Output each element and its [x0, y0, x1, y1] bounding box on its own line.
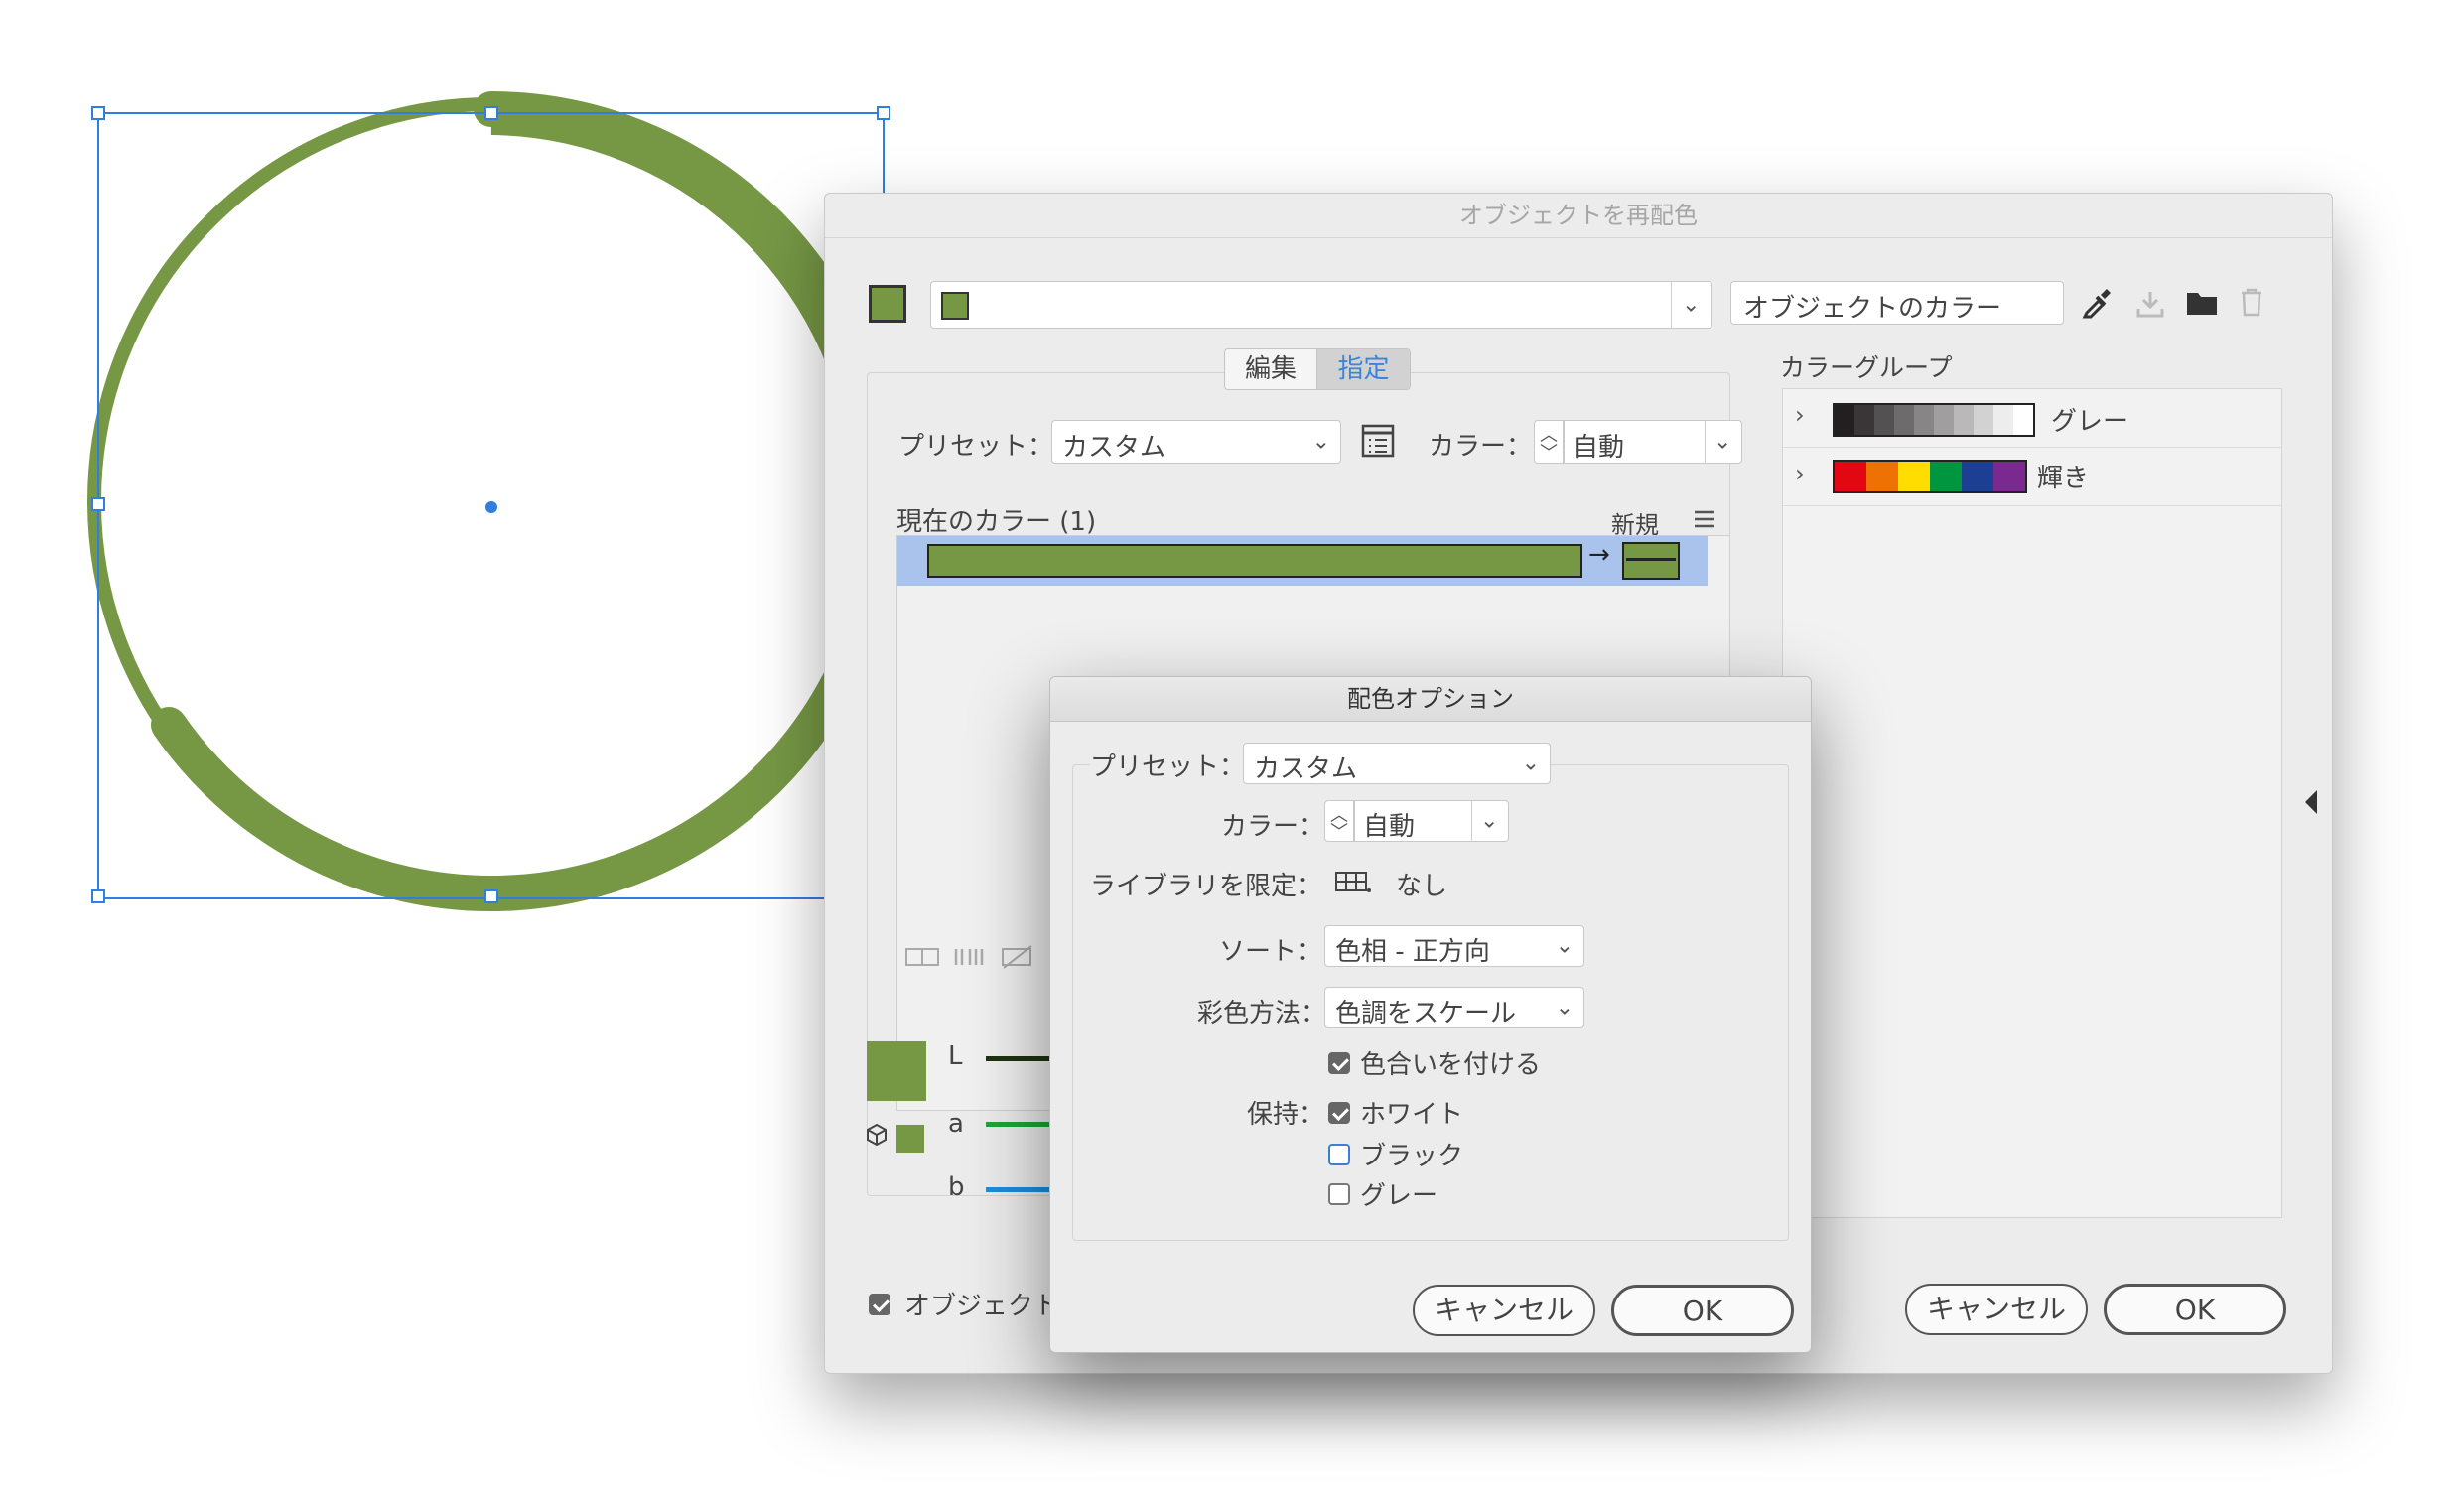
color-swatch[interactable] [1898, 462, 1930, 491]
main-cancel-button[interactable]: キャンセル [1905, 1284, 2088, 1335]
color-group-row-brights[interactable]: › 輝き [1783, 448, 2281, 506]
chevron-right-icon[interactable]: › [1795, 401, 1805, 429]
stepper-down-icon[interactable]: ﹀ [1540, 439, 1558, 465]
sort-label: ソート： [1219, 937, 1323, 967]
preserve-black-label: ブラック [1360, 1142, 1464, 1171]
preserve-white-checkbox[interactable] [1328, 1102, 1350, 1124]
merge-colors-icon[interactable] [904, 946, 940, 972]
exclude-colors-icon[interactable] [1000, 944, 1035, 974]
color-swatch[interactable] [1974, 405, 1993, 435]
harmony-dropdown[interactable]: ⌄ [1671, 282, 1711, 328]
color-count-stepper[interactable]: ︿ ﹀ [1534, 420, 1564, 464]
chevron-down-icon: ⌄ [1480, 808, 1499, 834]
preserve-gray-checkbox[interactable] [1328, 1183, 1350, 1205]
preserve-gray-label: グレー [1360, 1181, 1438, 1211]
active-color-swatch[interactable] [869, 285, 906, 323]
preserve-white-label: ホワイト [1360, 1100, 1464, 1130]
brights-swatch-strip [1833, 460, 2027, 493]
color-group-name-field[interactable]: オブジェクトのカラー [1730, 281, 2064, 325]
trash-icon[interactable] [2239, 287, 2264, 321]
color-swatch[interactable] [1866, 462, 1898, 491]
color-count-label: カラー： [1429, 432, 1533, 462]
harmony-color-swatch[interactable] [941, 292, 969, 320]
options-color-select[interactable]: 自動 ⌄ [1354, 800, 1509, 842]
list-options-icon[interactable] [1693, 509, 1716, 533]
small-color-swatch[interactable] [896, 1125, 924, 1153]
options-ok-button[interactable]: OK [1611, 1285, 1794, 1336]
options-color-label: カラー： [1221, 812, 1325, 842]
combine-tints-label: 色合いを付ける [1360, 1050, 1542, 1080]
swatch-library-icon[interactable] [1334, 870, 1372, 897]
color-swatch[interactable] [1962, 462, 1993, 491]
new-color-group-folder-icon[interactable] [2185, 289, 2219, 321]
options-cancel-button[interactable]: キャンセル [1413, 1285, 1595, 1336]
options-preset-label: プリセット： [1090, 747, 1252, 783]
color-swatch[interactable] [1914, 405, 1934, 435]
options-dialog-title: 配色オプション [1050, 677, 1811, 722]
color-swatch[interactable] [1854, 405, 1874, 435]
preset-label: プリセット： [898, 432, 1054, 462]
chevron-down-icon: ⌄ [1713, 429, 1732, 455]
recolor-art-label: オブジェクト [904, 1292, 1060, 1321]
preset-select[interactable]: カスタム ⌄ [1051, 420, 1341, 464]
center-point [485, 501, 497, 513]
color-swatch[interactable] [1954, 405, 1974, 435]
save-changes-icon[interactable] [2135, 289, 2165, 323]
color-swatch[interactable] [1930, 462, 1962, 491]
new-color-swatch[interactable] [1622, 542, 1680, 580]
lab-l-label: L [948, 1041, 963, 1071]
colorize-method-select[interactable]: 色調をスケール ⌄ [1324, 987, 1584, 1028]
sort-select[interactable]: 色相 - 正方向 ⌄ [1324, 925, 1584, 967]
color-group-row-gray[interactable]: › グレー [1783, 389, 2281, 448]
current-color-bar[interactable] [927, 544, 1582, 578]
color-swatch[interactable] [2013, 405, 2033, 435]
color-groups-label: カラーグループ [1780, 353, 1953, 382]
color-swatch[interactable] [1993, 462, 2025, 491]
chevron-down-icon: ⌄ [1682, 292, 1701, 318]
harmony-color-strip[interactable]: ⌄ [930, 281, 1712, 329]
color-swatch[interactable] [1835, 405, 1854, 435]
lab-b-label: b [948, 1172, 965, 1202]
color-swatch[interactable] [1894, 405, 1914, 435]
recolor-art-checkbox[interactable] [869, 1294, 890, 1315]
arrow-right-icon[interactable]: → [1588, 540, 1610, 570]
color-swatch[interactable] [1874, 405, 1894, 435]
gray-swatch-strip [1833, 403, 2035, 437]
chevron-right-icon[interactable]: › [1795, 460, 1805, 487]
dialog-title: オブジェクトを再配色 [825, 194, 2332, 238]
recolor-options-dialog: 配色オプション プリセット： カスタム ⌄ カラー： ︿ ﹀ 自動 ⌄ ライブラ… [1049, 676, 1812, 1353]
options-color-stepper[interactable]: ︿ ﹀ [1324, 800, 1354, 844]
current-colors-label: 現在のカラー (1) [896, 507, 1097, 537]
limit-library-label: ライブラリを限定： [1090, 872, 1323, 901]
collapse-panel-icon[interactable] [2304, 789, 2318, 819]
color-swatch[interactable] [1934, 405, 1954, 435]
color-swatch[interactable] [1835, 462, 1866, 491]
preserve-label: 保持： [1247, 1100, 1325, 1130]
color-swatch[interactable] [1993, 405, 2013, 435]
limit-library-value: なし [1396, 872, 1448, 901]
options-preset-select[interactable]: カスタム ⌄ [1243, 743, 1551, 784]
chevron-down-icon: ⌄ [1555, 995, 1574, 1021]
preserve-black-checkbox[interactable] [1328, 1144, 1350, 1165]
separate-colors-icon[interactable] [952, 946, 988, 972]
color-count-select[interactable]: 自動 ⌄ [1564, 420, 1742, 464]
chevron-down-icon: ⌄ [1311, 429, 1330, 455]
chevron-down-icon: ⌄ [1521, 751, 1540, 776]
stepper-down-icon[interactable]: ﹀ [1330, 818, 1348, 844]
chevron-down-icon: ⌄ [1555, 933, 1574, 959]
color-mapping-row[interactable]: → [897, 536, 1708, 586]
selected-color-swatch[interactable] [867, 1041, 926, 1101]
eyedropper-icon[interactable] [2081, 285, 2115, 323]
color-cube-icon[interactable] [865, 1123, 889, 1151]
tab-edit[interactable]: 編集 [1225, 349, 1317, 389]
main-ok-button[interactable]: OK [2104, 1284, 2286, 1335]
lab-a-label: a [948, 1109, 964, 1139]
tab-bar: 編集 指定 [1224, 348, 1411, 390]
preset-options-icon[interactable] [1361, 424, 1395, 462]
colorize-method-label: 彩色方法： [1197, 999, 1327, 1028]
combine-tints-checkbox[interactable] [1328, 1052, 1350, 1074]
tab-assign[interactable]: 指定 [1317, 349, 1410, 389]
color-groups-panel: › グレー › 輝き [1782, 388, 2282, 1218]
